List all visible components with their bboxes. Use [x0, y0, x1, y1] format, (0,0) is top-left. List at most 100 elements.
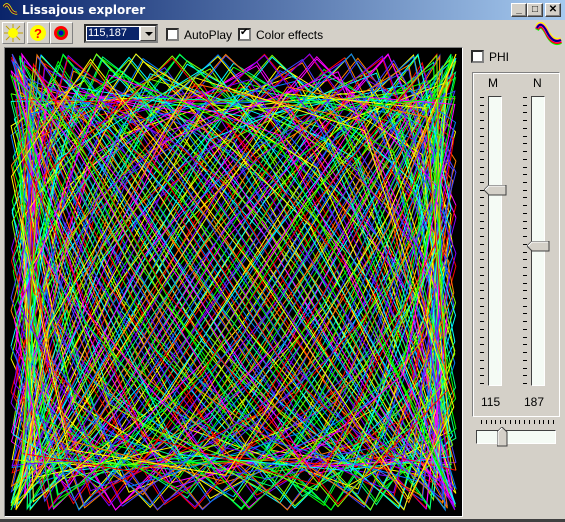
autoplay-label[interactable]: AutoPlay [184, 28, 232, 42]
tick-mark [480, 375, 484, 376]
tick-mark [480, 306, 484, 307]
tick-mark [523, 213, 527, 214]
tick-mark [523, 352, 527, 353]
slider-m-ticks [480, 97, 484, 387]
help-icon: ? [30, 25, 46, 41]
tick-mark [523, 275, 527, 276]
tick-mark [523, 368, 527, 369]
tick-mark [480, 167, 484, 168]
tick-mark [480, 352, 484, 353]
color-effects-checkbox[interactable] [238, 27, 251, 41]
tick-mark [480, 337, 484, 338]
slider-n-value: 187 [524, 395, 545, 409]
tick-mark [523, 112, 527, 113]
tick-mark [481, 420, 482, 424]
slider-n-thumb[interactable] [527, 241, 550, 252]
preset-combo[interactable]: 115,187 [84, 24, 158, 43]
phase-slider-ticks [481, 420, 554, 424]
window-title: Lissajous explorer [22, 3, 146, 17]
tick-mark [480, 321, 484, 322]
tick-mark [523, 344, 527, 345]
phase-slider-thumb[interactable] [496, 427, 508, 447]
maximize-button[interactable]: □ [527, 3, 543, 17]
tick-mark [523, 151, 527, 152]
tick-mark [480, 283, 484, 284]
tick-mark [480, 105, 484, 106]
tick-mark [523, 313, 527, 314]
close-button[interactable]: ✕ [545, 3, 561, 17]
tick-mark [480, 112, 484, 113]
tick-mark [548, 420, 549, 424]
tick-mark [543, 420, 544, 424]
tick-mark [523, 252, 527, 253]
tick-mark [523, 159, 527, 160]
tick-mark [480, 244, 484, 245]
tick-mark [480, 143, 484, 144]
app-window: Lissajous explorer _ □ ✕ ? 115,187 AutoP… [0, 0, 565, 522]
tick-mark [480, 197, 484, 198]
lissajous-canvas[interactable] [4, 47, 463, 517]
slider-m-value: 115 [481, 395, 501, 409]
lissajous-plot [10, 52, 457, 512]
target-button[interactable] [50, 22, 73, 44]
sun-button[interactable] [2, 22, 25, 44]
tick-mark [523, 174, 527, 175]
tick-mark [480, 120, 484, 121]
tick-mark [491, 420, 492, 424]
tick-mark [553, 420, 554, 424]
tick-mark [523, 306, 527, 307]
tick-mark [480, 344, 484, 345]
tick-mark [523, 136, 527, 137]
tick-mark [523, 298, 527, 299]
color-effects-label[interactable]: Color effects [256, 28, 323, 42]
tick-mark [523, 383, 527, 384]
tick-mark [523, 190, 527, 191]
tick-mark [480, 368, 484, 369]
sun-icon [4, 24, 23, 42]
lissajous-app-icon [3, 3, 18, 15]
tick-mark [480, 205, 484, 206]
phi-label[interactable]: PHI [489, 50, 509, 64]
minimize-button[interactable]: _ [511, 3, 527, 17]
tick-mark [523, 167, 527, 168]
tick-mark [480, 136, 484, 137]
tick-mark [519, 420, 520, 424]
tick-mark [523, 97, 527, 98]
tick-mark [523, 259, 527, 260]
tick-mark [515, 420, 516, 424]
tick-mark [539, 420, 540, 424]
tick-mark [523, 360, 527, 361]
tick-mark [500, 420, 501, 424]
tick-mark [480, 221, 484, 222]
tick-mark [523, 236, 527, 237]
slider-m-label: M [488, 76, 498, 90]
tick-mark [480, 313, 484, 314]
chevron-down-icon[interactable] [140, 26, 156, 41]
tick-mark [523, 128, 527, 129]
tick-mark [523, 205, 527, 206]
tick-mark [523, 321, 527, 322]
phi-checkbox[interactable] [471, 50, 484, 63]
phase-slider-track[interactable] [476, 430, 556, 444]
autoplay-checkbox[interactable] [166, 28, 179, 41]
svg-text:?: ? [34, 26, 42, 41]
tick-mark [480, 290, 484, 291]
tick-mark [534, 420, 535, 424]
tick-mark [480, 383, 484, 384]
tick-mark [480, 182, 484, 183]
tick-mark [480, 236, 484, 237]
target-icon [54, 26, 68, 40]
tick-mark [510, 420, 511, 424]
tick-mark [523, 182, 527, 183]
tick-mark [523, 228, 527, 229]
tick-mark [523, 143, 527, 144]
tick-mark [480, 159, 484, 160]
slider-m-thumb[interactable] [484, 185, 507, 196]
tick-mark [523, 197, 527, 198]
tick-mark [523, 337, 527, 338]
help-button[interactable]: ? [27, 22, 50, 44]
title-bar[interactable]: Lissajous explorer _ □ ✕ [0, 0, 565, 20]
tick-mark [523, 221, 527, 222]
tick-mark [480, 151, 484, 152]
slider-m-track[interactable] [488, 96, 502, 386]
